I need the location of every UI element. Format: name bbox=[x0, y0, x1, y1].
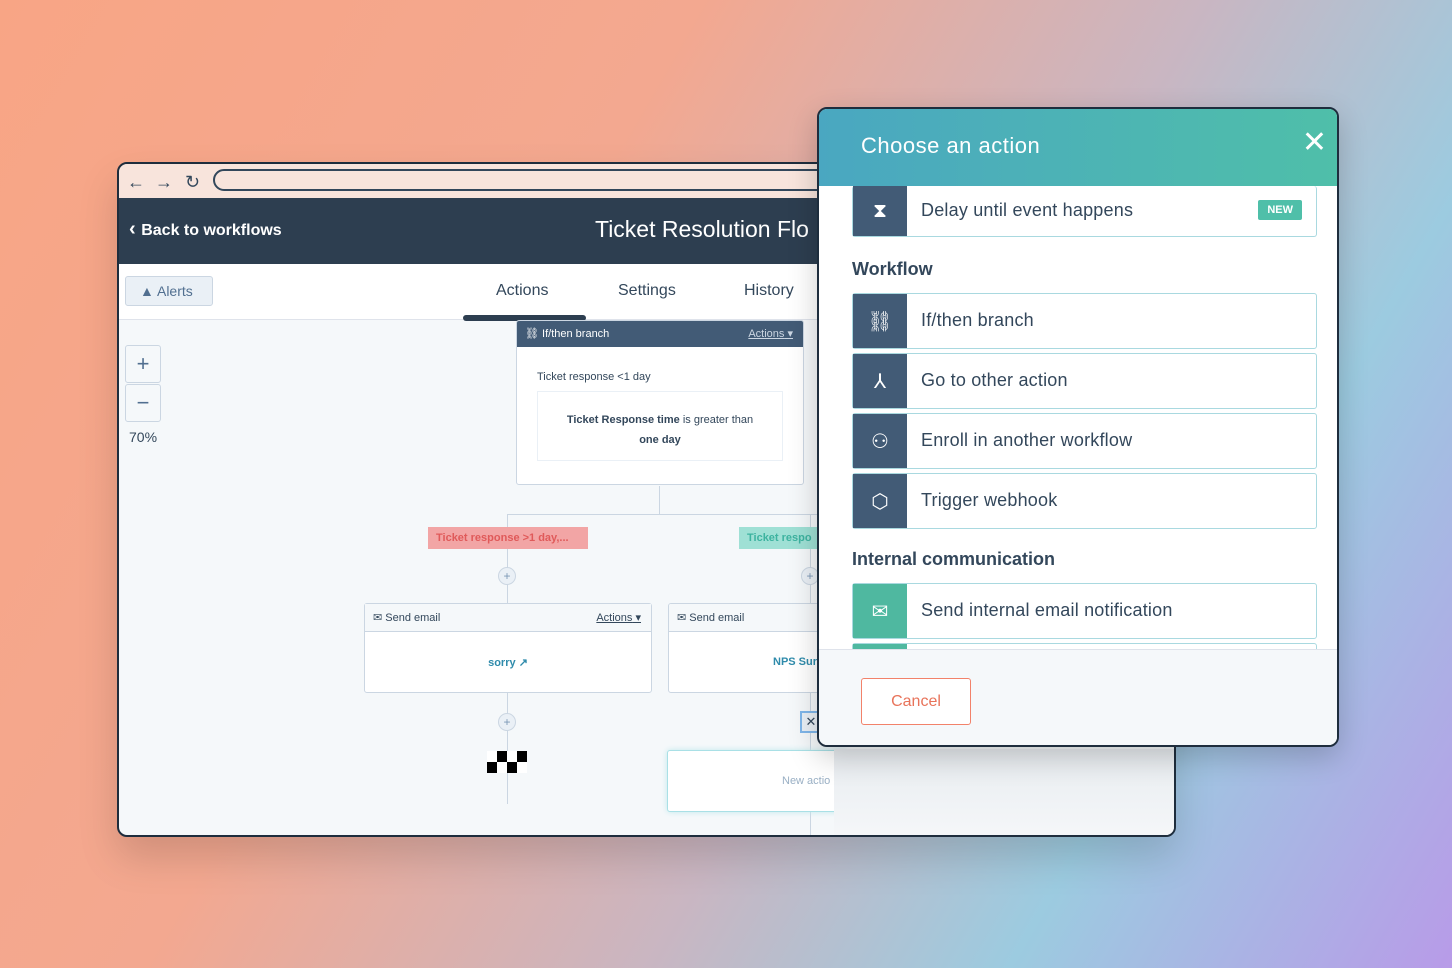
branch-label-red: Ticket response >1 day,... bbox=[428, 527, 588, 549]
hourglass-icon: ⧗ bbox=[853, 186, 907, 236]
new-action-label: New actio bbox=[782, 775, 831, 787]
alerts-button[interactable]: ▲ Alerts bbox=[125, 276, 213, 306]
choose-action-modal: Choose an action ✕ ⧗ Delay until event h… bbox=[817, 107, 1339, 747]
cancel-button[interactable]: Cancel bbox=[861, 678, 971, 725]
email-card-header: ✉ Send email Actions ▾ bbox=[365, 604, 651, 632]
condition-property: Ticket Response time bbox=[566, 414, 680, 426]
add-action-plus[interactable]: + bbox=[498, 567, 516, 585]
action-trigger-webhook[interactable]: ⬡ Trigger webhook bbox=[852, 473, 1317, 529]
reload-icon[interactable]: ↻ bbox=[185, 172, 200, 193]
connector bbox=[659, 486, 660, 514]
envelope-icon: ✉ bbox=[677, 612, 690, 624]
enroll-icon: ⚇ bbox=[853, 414, 907, 468]
branch-card-title: If/then branch bbox=[542, 328, 610, 340]
new-action-card[interactable]: New actio bbox=[667, 750, 847, 812]
action-label: Enroll in another workflow bbox=[921, 430, 1133, 450]
back-arrow-icon[interactable]: ← bbox=[127, 172, 145, 193]
action-delay-until-event[interactable]: ⧗ Delay until event happens NEW bbox=[852, 186, 1317, 237]
branch-actions-dropdown[interactable]: Actions ▾ bbox=[748, 327, 793, 340]
email-link[interactable]: NPS Sur bbox=[773, 656, 817, 668]
send-email-card[interactable]: ✉ Send email NPS Sur bbox=[668, 603, 838, 693]
goto-icon: ⅄ bbox=[853, 354, 907, 408]
tab-history[interactable]: History bbox=[744, 282, 794, 300]
forward-arrow-icon[interactable]: → bbox=[155, 172, 173, 193]
email-card-header: ✉ Send email bbox=[669, 604, 837, 632]
send-email-card[interactable]: ✉ Send email Actions ▾ sorry ↗ bbox=[364, 603, 652, 693]
condition-value: one day bbox=[639, 434, 681, 446]
alerts-label: Alerts bbox=[156, 283, 193, 299]
action-label: Go to other action bbox=[921, 370, 1068, 390]
warning-icon: ▲ bbox=[140, 283, 157, 299]
actions-label: Actions bbox=[748, 328, 785, 340]
tab-settings[interactable]: Settings bbox=[618, 282, 676, 300]
modal-footer: Cancel bbox=[819, 649, 1337, 745]
email-card-title: Send email bbox=[689, 612, 745, 624]
workflow-title: Ticket Resolution Flo bbox=[595, 216, 809, 242]
cube-icon: ⬡ bbox=[853, 474, 907, 528]
action-label: Delay until event happens bbox=[921, 200, 1134, 220]
back-label: Back to workflows bbox=[141, 222, 282, 239]
condition-operator: is greater than bbox=[679, 414, 754, 426]
add-action-plus[interactable]: + bbox=[498, 713, 516, 731]
tab-actions[interactable]: Actions bbox=[496, 282, 548, 300]
section-title-workflow: Workflow bbox=[852, 259, 933, 279]
close-icon[interactable]: ✕ bbox=[1302, 125, 1327, 160]
modal-header: Choose an action ✕ bbox=[819, 109, 1337, 186]
end-flag-icon bbox=[487, 751, 527, 773]
email-name: sorry bbox=[488, 657, 516, 669]
email-actions-dropdown[interactable]: Actions ▾ bbox=[596, 611, 641, 624]
envelope-icon: ✉ bbox=[373, 612, 386, 624]
branch-icon: ⛓ bbox=[853, 294, 907, 348]
branch-label-teal: Ticket respo bbox=[739, 527, 819, 549]
if-then-branch-card[interactable]: ⛓ If/then branch Actions ▾ Ticket respon… bbox=[516, 320, 804, 485]
email-icon: ✉ bbox=[853, 584, 907, 638]
zoom-level: 70% bbox=[129, 429, 158, 445]
new-badge: NEW bbox=[1258, 200, 1302, 220]
external-link-icon: ↗ bbox=[518, 657, 528, 669]
action-label: If/then branch bbox=[921, 310, 1034, 330]
actions-label: Actions bbox=[596, 612, 633, 624]
action-send-internal-email[interactable]: ✉ Send internal email notification bbox=[852, 583, 1317, 639]
action-enroll-workflow[interactable]: ⚇ Enroll in another workflow bbox=[852, 413, 1317, 469]
modal-title: Choose an action bbox=[861, 133, 1041, 158]
condition-name: Ticket response <1 day bbox=[537, 371, 651, 383]
branch-icon: ⛓ bbox=[525, 328, 543, 340]
back-to-workflows-link[interactable]: ‹ Back to workflows bbox=[129, 218, 282, 241]
action-label: Send internal email notification bbox=[921, 600, 1173, 620]
action-go-to-other[interactable]: ⅄ Go to other action bbox=[852, 353, 1317, 409]
connector bbox=[507, 514, 827, 515]
chevron-left-icon: ‹ bbox=[129, 218, 142, 240]
action-if-then-branch[interactable]: ⛓ If/then branch bbox=[852, 293, 1317, 349]
action-label: Trigger webhook bbox=[921, 490, 1058, 510]
panel-shadow bbox=[834, 749, 1174, 835]
section-title-internal-communication: Internal communication bbox=[852, 549, 1056, 569]
email-link[interactable]: sorry ↗ bbox=[365, 656, 651, 669]
branch-card-header: ⛓ If/then branch Actions ▾ bbox=[517, 321, 803, 347]
zoom-in-button[interactable]: + bbox=[125, 345, 161, 383]
email-card-title: Send email bbox=[385, 612, 441, 624]
condition-box: Ticket Response time is greater than one … bbox=[537, 391, 783, 461]
zoom-out-button[interactable]: − bbox=[125, 384, 161, 422]
